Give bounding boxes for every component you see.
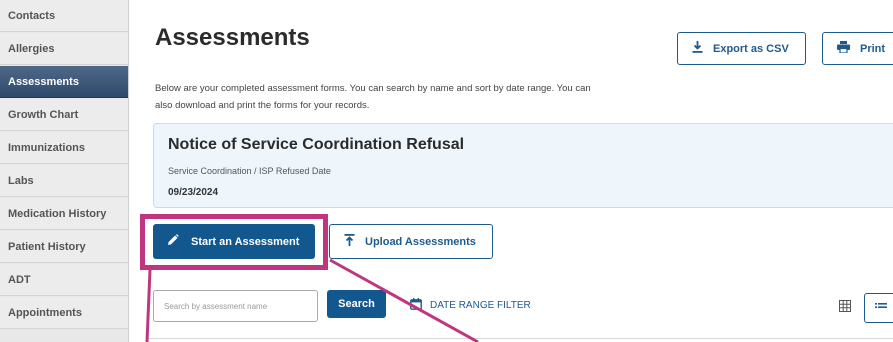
main-content: Assessments Export as CSV Print Below ar… bbox=[128, 0, 893, 342]
assessment-card-date: 09/23/2024 bbox=[168, 187, 219, 198]
search-button-label: Search bbox=[338, 298, 375, 310]
export-csv-button[interactable]: Export as CSV bbox=[677, 32, 806, 65]
sidebar-item-contacts[interactable]: Contacts bbox=[0, 0, 128, 32]
sidebar-item-assessments[interactable]: Assessments bbox=[0, 66, 128, 98]
upload-assessments-button[interactable]: Upload Assessments bbox=[329, 224, 493, 259]
print-button[interactable]: Print bbox=[822, 32, 893, 65]
sidebar-item-adt[interactable]: ADT bbox=[0, 264, 128, 296]
assessment-card-title: Notice of Service Coordination Refusal bbox=[168, 136, 465, 153]
sidebar-item-immunizations[interactable]: Immunizations bbox=[0, 132, 128, 164]
sidebar-item-appointments[interactable]: Appointments bbox=[0, 297, 128, 329]
export-csv-label: Export as CSV bbox=[713, 42, 789, 55]
search-button[interactable]: Search bbox=[327, 290, 386, 318]
upload-icon bbox=[344, 234, 355, 249]
sidebar-item-labs[interactable]: Labs bbox=[0, 165, 128, 197]
printer-icon bbox=[837, 41, 850, 56]
sidebar-item-allergies[interactable]: Allergies bbox=[0, 33, 128, 65]
divider bbox=[148, 338, 893, 339]
print-label: Print bbox=[860, 42, 886, 55]
page-title: Assessments bbox=[155, 24, 310, 51]
upload-assessments-label: Upload Assessments bbox=[365, 235, 476, 248]
date-range-filter[interactable]: DATE RANGE FILTER bbox=[410, 298, 531, 313]
download-icon bbox=[692, 41, 703, 56]
sidebar-item-patient-history[interactable]: Patient History bbox=[0, 231, 128, 263]
page-description: Below are your completed assessment form… bbox=[155, 83, 591, 111]
list-icon bbox=[875, 299, 887, 317]
list-view-toggle[interactable] bbox=[864, 293, 893, 323]
search-input[interactable] bbox=[153, 290, 318, 322]
grid-icon bbox=[839, 299, 851, 317]
pencil-icon bbox=[167, 234, 179, 249]
start-assessment-button[interactable]: Start an Assessment bbox=[153, 224, 315, 259]
sidebar-item-medication-history[interactable]: Medication History bbox=[0, 198, 128, 230]
date-range-filter-label: DATE RANGE FILTER bbox=[430, 300, 531, 311]
sidebar-nav: Contacts Allergies Assessments Growth Ch… bbox=[0, 0, 129, 342]
start-assessment-label: Start an Assessment bbox=[191, 235, 300, 248]
grid-view-toggle[interactable] bbox=[829, 293, 861, 323]
assessment-card[interactable]: Notice of Service Coordination Refusal S… bbox=[153, 123, 893, 208]
assessment-card-subtitle: Service Coordination / ISP Refused Date bbox=[168, 166, 331, 176]
sidebar-item-growth-chart[interactable]: Growth Chart bbox=[0, 99, 128, 131]
calendar-icon bbox=[410, 298, 422, 313]
